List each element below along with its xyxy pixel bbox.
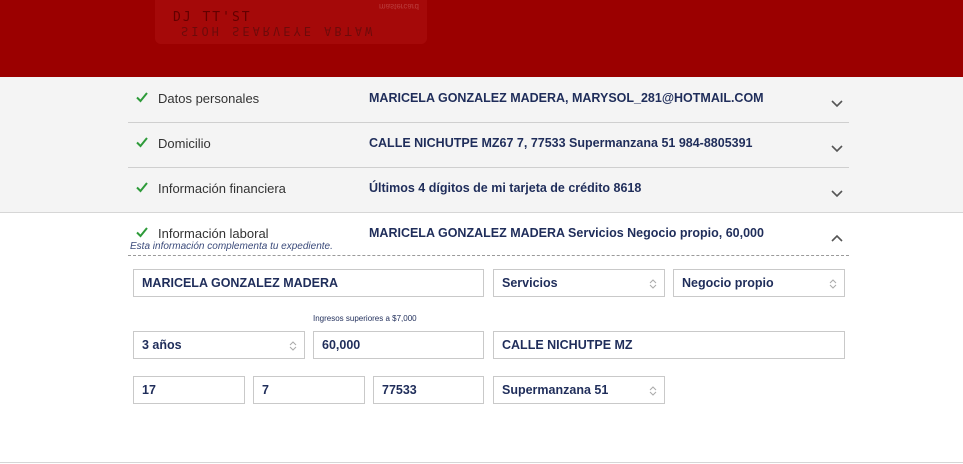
- section-summary: MARICELA GONZALEZ MADERA Servicios Negoc…: [369, 226, 764, 240]
- card-brand-logo: mastercard: [378, 2, 419, 11]
- neighborhood-value: Supermanzana 51: [502, 383, 609, 397]
- employer-name-input[interactable]: MARICELA GONZALEZ MADERA: [133, 269, 484, 297]
- zip-input[interactable]: 77533: [373, 376, 484, 404]
- section-datos-personales[interactable]: Datos personales MARICELA GONZALEZ MADER…: [128, 77, 849, 123]
- employment-type-value: Negocio propio: [682, 276, 774, 290]
- header-banner: DJ TT'ST SIOH SEARVEYE ABTAW mastercard: [0, 0, 963, 77]
- section-title: Información laboral: [158, 226, 269, 241]
- income-input[interactable]: 60,000: [313, 331, 484, 359]
- section-note: Esta información complementa tu expedien…: [130, 241, 333, 252]
- street-input[interactable]: CALLE NICHUTPE MZ: [493, 331, 845, 359]
- industry-select-value: Servicios: [502, 276, 558, 290]
- section-title: Datos personales: [158, 91, 260, 106]
- chevron-down-icon[interactable]: [831, 189, 843, 199]
- check-icon: [136, 227, 148, 238]
- seniority-select[interactable]: 3 años: [133, 331, 305, 359]
- ext-number-input[interactable]: 17: [133, 376, 245, 404]
- chevron-down-icon[interactable]: [831, 144, 843, 154]
- card-text-line2: SIOH SEARVEYE ABTAW: [181, 24, 376, 38]
- section-title: Domicilio: [158, 136, 211, 151]
- card-text-line1: DJ TT'ST: [173, 10, 252, 25]
- check-icon: [136, 182, 148, 193]
- section-summary: CALLE NICHUTPE MZ67 7, 77533 Supermanzan…: [369, 136, 753, 150]
- int-number-input[interactable]: 7: [253, 376, 365, 404]
- section-informacion-laboral[interactable]: Información laboral MARICELA GONZALEZ MA…: [128, 212, 849, 256]
- bottom-divider: [0, 462, 963, 463]
- check-icon: [136, 92, 148, 103]
- select-arrows-icon: [829, 279, 837, 289]
- employment-type-select[interactable]: Negocio propio: [673, 269, 845, 297]
- income-hint: Ingresos superiores a $7,000: [313, 314, 417, 323]
- select-arrows-icon: [649, 386, 657, 396]
- select-arrows-icon: [649, 279, 657, 289]
- section-domicilio[interactable]: Domicilio CALLE NICHUTPE MZ67 7, 77533 S…: [128, 122, 849, 168]
- chevron-up-icon[interactable]: [831, 234, 843, 244]
- check-icon: [136, 137, 148, 148]
- neighborhood-select[interactable]: Supermanzana 51: [493, 376, 665, 404]
- industry-select[interactable]: Servicios: [493, 269, 665, 297]
- credit-card-image: DJ TT'ST SIOH SEARVEYE ABTAW mastercard: [155, 0, 427, 44]
- section-summary: MARICELA GONZALEZ MADERA, MARYSOL_281@HO…: [369, 91, 764, 105]
- section-title: Información financiera: [158, 181, 286, 196]
- section-summary: Últimos 4 dígitos de mi tarjeta de crédi…: [369, 181, 642, 195]
- seniority-value: 3 años: [142, 338, 182, 352]
- select-arrows-icon: [289, 341, 297, 351]
- chevron-down-icon[interactable]: [831, 99, 843, 109]
- section-informacion-financiera[interactable]: Información financiera Últimos 4 dígitos…: [128, 167, 849, 212]
